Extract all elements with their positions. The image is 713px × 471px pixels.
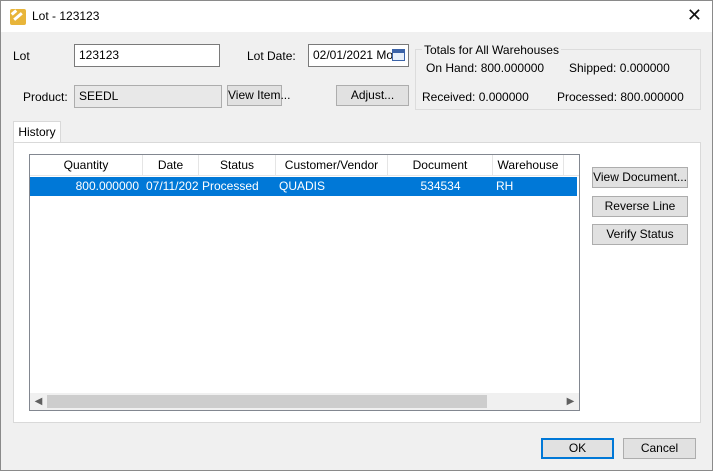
scroll-right-icon[interactable]: ▶ — [562, 393, 579, 410]
close-icon[interactable]: ✕ — [687, 6, 702, 24]
processed-text: Processed: 800.000000 — [557, 90, 684, 104]
horizontal-scrollbar[interactable]: ◀ ▶ — [30, 393, 579, 410]
window-title: Lot - 123123 — [32, 9, 100, 23]
cell-document: 534534 — [420, 179, 461, 193]
tab-history[interactable]: History — [13, 121, 61, 143]
verify-status-button[interactable]: Verify Status — [592, 224, 688, 245]
lot-date-field[interactable]: 02/01/2021 Mo — [308, 44, 409, 67]
on-hand-text: On Hand: 800.000000 — [426, 61, 545, 75]
cancel-button[interactable]: Cancel — [623, 438, 696, 459]
history-grid[interactable]: Quantity Date Status Customer/Vendor Doc… — [29, 154, 580, 411]
cell-warehouse: RH — [496, 179, 514, 193]
adjust-button[interactable]: Adjust... — [336, 85, 409, 106]
totals-title: Totals for All Warehouses — [422, 43, 561, 57]
cell-quantity: 800.000000 — [75, 179, 139, 193]
ok-button[interactable]: OK — [541, 438, 614, 459]
lot-field[interactable]: 123123 — [74, 44, 220, 67]
column-header-status[interactable]: Status — [199, 155, 276, 176]
lot-dialog-window: Lot - 123123 ✕ Lot 123123 Lot Date: 02/0… — [0, 0, 713, 471]
product-field[interactable]: SEEDL — [74, 85, 222, 108]
app-icon — [10, 9, 26, 25]
product-label: Product: — [23, 90, 68, 104]
lot-date-label: Lot Date: — [247, 49, 296, 63]
title-bar: Lot - 123123 ✕ — [1, 1, 712, 32]
lot-date-value: 02/01/2021 Mo — [313, 48, 394, 62]
column-header-quantity[interactable]: Quantity — [30, 155, 143, 176]
view-document-button[interactable]: View Document... — [592, 167, 688, 188]
column-header-date[interactable]: Date — [143, 155, 199, 176]
lot-label: Lot — [13, 49, 30, 63]
column-header-document[interactable]: Document — [388, 155, 493, 176]
scroll-left-icon[interactable]: ◀ — [30, 393, 47, 410]
received-text: Received: 0.000000 — [422, 90, 529, 104]
grid-header: Quantity Date Status Customer/Vendor Doc… — [30, 155, 579, 176]
table-row[interactable]: 800.000000 07/11/202 Processed QUADIS 53… — [30, 177, 577, 196]
column-header-warehouse[interactable]: Warehouse — [493, 155, 564, 176]
cell-customer-vendor: QUADIS — [279, 179, 326, 193]
scroll-thumb[interactable] — [47, 395, 487, 408]
shipped-text: Shipped: 0.000000 — [569, 61, 670, 75]
cell-status: Processed — [202, 179, 259, 193]
column-header-customer-vendor[interactable]: Customer/Vendor — [276, 155, 388, 176]
view-item-button[interactable]: View Item... — [227, 85, 290, 106]
cell-date: 07/11/202 — [146, 179, 199, 193]
reverse-line-button[interactable]: Reverse Line — [592, 196, 688, 217]
calendar-icon[interactable] — [392, 49, 405, 61]
